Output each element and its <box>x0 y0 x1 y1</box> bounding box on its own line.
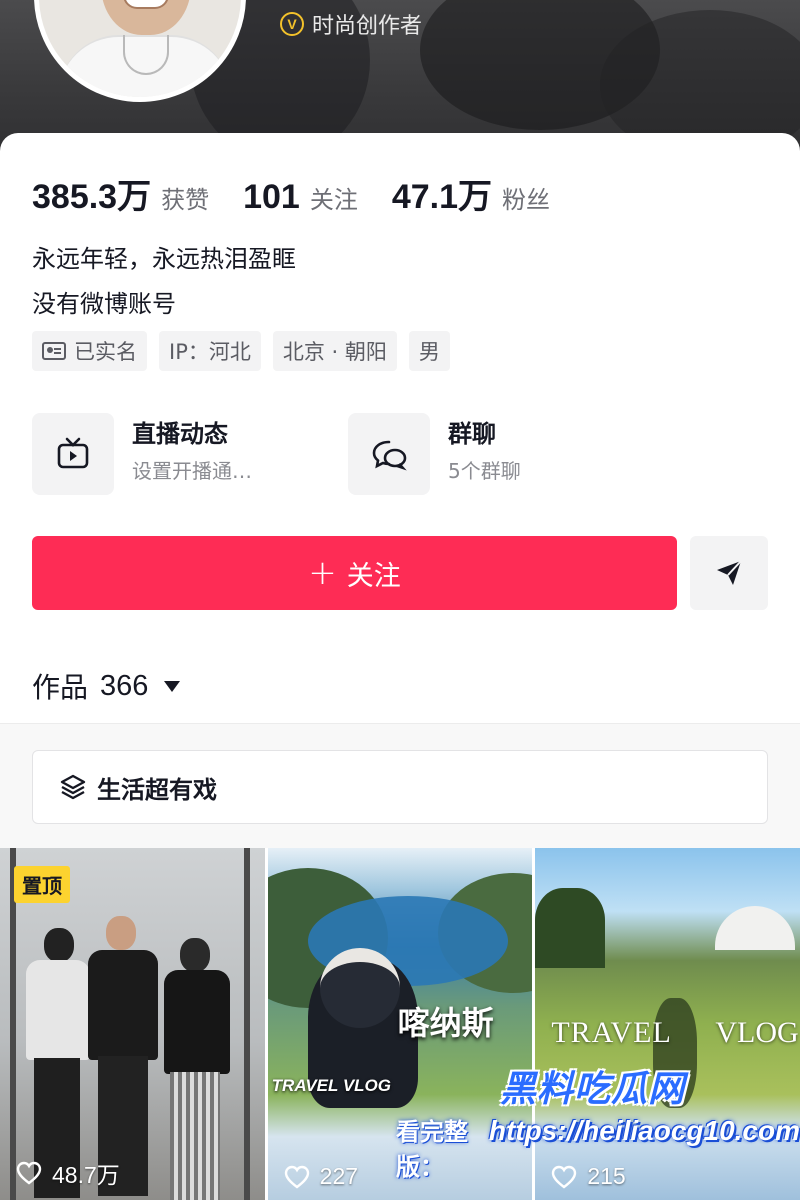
video-overlay-subtitle: TRAVEL VLOG <box>271 1076 391 1095</box>
video-likes: 227 <box>284 1163 358 1190</box>
watermark-url-line: 看完整版： https://heiliaocg10.com <box>396 1112 800 1182</box>
collection-entry[interactable]: 生活超有戏 <box>32 750 768 824</box>
stat-label: 粉丝 <box>502 186 551 214</box>
tv-icon <box>57 437 89 469</box>
stack-layers-icon <box>60 774 86 800</box>
pinned-badge: 置顶 <box>14 866 70 903</box>
follow-button-label: 关注 <box>346 560 401 592</box>
tag-ip: IP：河北 <box>159 331 261 371</box>
video-thumbnail[interactable]: 置顶 48.7万 <box>0 848 265 1200</box>
tag-location[interactable]: 北京 · 朝阳 <box>272 331 397 371</box>
feature-group-title: 群聊 <box>448 420 496 448</box>
stat-value: 385.3万 <box>32 178 152 216</box>
video-overlay-title: 喀纳斯 <box>397 1004 494 1042</box>
verified-creator-icon: V <box>280 12 304 36</box>
feature-group-subtitle: 5个群聊 <box>448 459 521 483</box>
tag-gender: 男 <box>408 331 450 371</box>
tag-label: IP：河北 <box>169 340 251 364</box>
works-count: 366 <box>100 669 149 702</box>
feature-group-icon-box <box>348 413 430 495</box>
video-likes: 48.7万 <box>16 1156 120 1190</box>
caret-down-icon <box>164 680 181 692</box>
stat-label: 获赞 <box>161 186 210 214</box>
collection-label: 生活超有戏 <box>97 775 217 804</box>
video-overlay-left: TRAVEL <box>551 1016 672 1049</box>
stat-following[interactable]: 101 关注 <box>243 178 358 217</box>
tag-verified[interactable]: 已实名 <box>32 331 147 371</box>
creator-tag-label: 时尚创作者 <box>312 14 423 39</box>
profile-card: 385.3万 获赞 101 关注 47.1万 粉丝 永远年轻，永远热泪盈眶 没有… <box>0 133 800 723</box>
share-button[interactable] <box>690 536 768 610</box>
send-icon <box>717 560 742 585</box>
tag-label: 男 <box>418 340 440 364</box>
stat-value: 101 <box>243 178 300 216</box>
id-card-icon <box>42 342 66 360</box>
feature-live-icon-box <box>32 413 114 495</box>
watermark-label: 看完整版： <box>396 1118 468 1181</box>
stat-value: 47.1万 <box>391 178 493 216</box>
bio-line: 永远年轻，永远热泪盈眶 <box>32 245 296 273</box>
heart-icon <box>16 1161 42 1185</box>
heart-icon <box>284 1165 309 1189</box>
watermark-brand: 黑料吃瓜网 <box>500 1069 686 1110</box>
feature-shortcuts: 直播动态 设置开播通… 群聊 5个群聊 <box>32 413 768 495</box>
follow-button[interactable]: + 关注 <box>32 536 677 610</box>
stat-likes[interactable]: 385.3万 获赞 <box>32 169 209 218</box>
feature-live-title: 直播动态 <box>132 420 228 448</box>
chat-bubbles-icon <box>372 440 407 471</box>
stat-followers[interactable]: 47.1万 粉丝 <box>392 169 550 218</box>
bio-line: 没有微博账号 <box>32 290 176 318</box>
profile-tags: 已实名 IP：河北 北京 · 朝阳 男 <box>32 331 450 371</box>
feature-live-subtitle: 设置开播通… <box>132 459 252 483</box>
plus-icon: + <box>308 553 337 593</box>
thumbnail-yurt <box>715 906 796 950</box>
video-likes-count: 48.7万 <box>52 1162 120 1188</box>
stat-label: 关注 <box>309 186 358 214</box>
feature-group-chat[interactable]: 群聊 5个群聊 <box>348 413 521 495</box>
watermark-url: https://heiliaocg10.com <box>488 1115 800 1146</box>
profile-stats: 385.3万 获赞 101 关注 47.1万 粉丝 <box>32 169 584 218</box>
tag-label: 北京 · 朝阳 <box>282 340 387 364</box>
video-likes-count: 227 <box>319 1163 359 1189</box>
feature-live[interactable]: 直播动态 设置开播通… <box>32 413 252 495</box>
works-tab[interactable]: 作品 366 <box>32 666 181 706</box>
video-overlay-right: VLOG <box>715 1016 799 1049</box>
avatar[interactable] <box>34 0 246 102</box>
profile-bio: 永远年轻，永远热泪盈眶 没有微博账号 <box>32 237 296 327</box>
creator-tag: V 时尚创作者 <box>280 8 422 40</box>
tag-label: 已实名 <box>74 340 137 364</box>
works-label: 作品 <box>32 671 89 704</box>
